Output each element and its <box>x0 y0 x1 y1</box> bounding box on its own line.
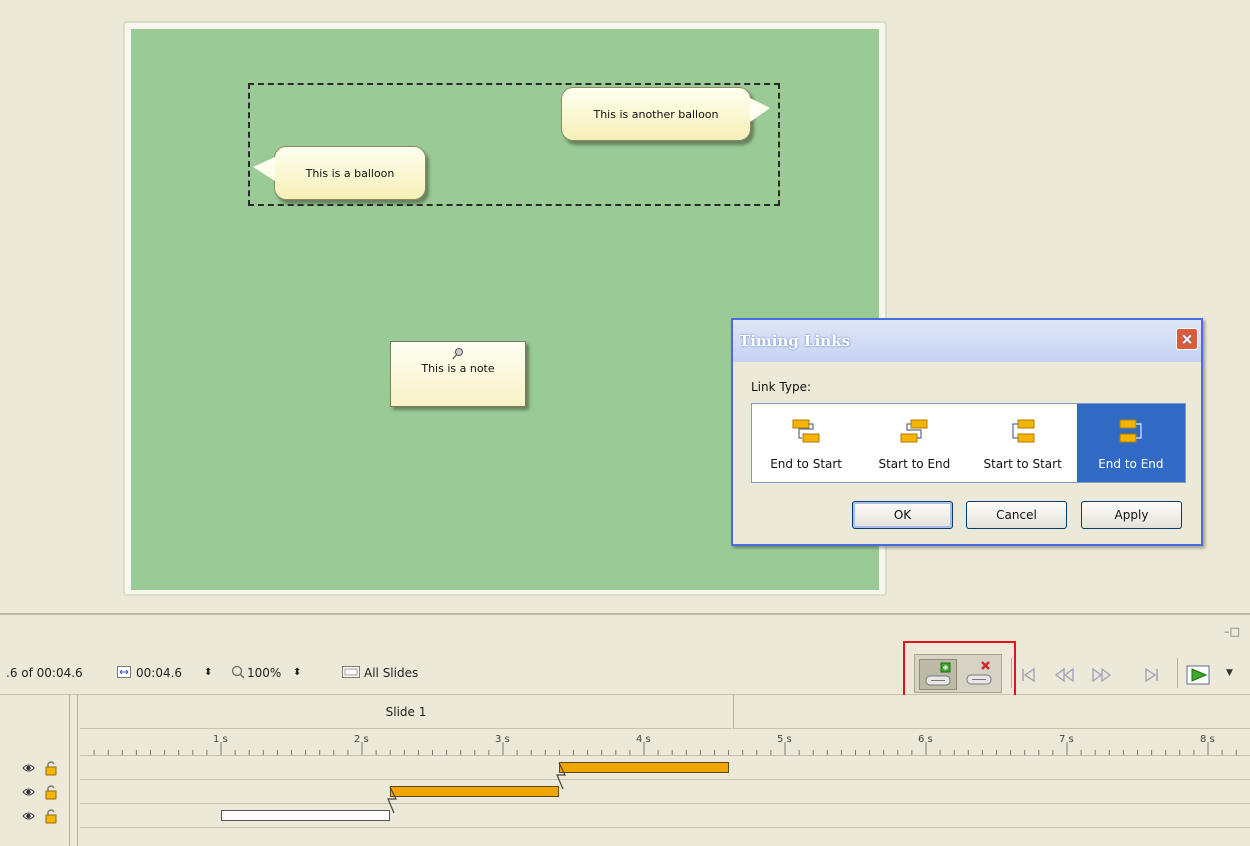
panel-window-controls[interactable]: –□ <box>1224 625 1240 638</box>
dialog-title-bar[interactable]: Timing Links × <box>733 320 1201 362</box>
link-option-label: Start to End <box>878 457 951 471</box>
play-icon[interactable] <box>1186 663 1214 687</box>
tick-label: 5 s <box>777 734 792 745</box>
skip-start-icon[interactable] <box>1020 667 1036 683</box>
balloon-callout[interactable]: This is a balloon <box>253 146 426 200</box>
timeline-object-bar[interactable] <box>390 786 560 797</box>
balloon-text: This is a balloon <box>305 166 395 180</box>
close-button[interactable]: × <box>1176 328 1198 350</box>
track-controls <box>14 805 74 828</box>
tick-label: 2 s <box>354 734 369 745</box>
ruler-ticks <box>93 742 1237 755</box>
fast-forward-icon[interactable] <box>1092 667 1112 683</box>
link-option-end-to-end[interactable]: End to End <box>1076 404 1185 482</box>
end-to-start-icon <box>792 419 820 443</box>
tick-label: 6 s <box>918 734 933 745</box>
lock-icon[interactable] <box>44 760 58 776</box>
duration-stepper-icon[interactable]: ⬍ <box>204 667 212 678</box>
link-option-label: End to End <box>1098 457 1164 471</box>
zoom-value[interactable]: 100% <box>247 666 281 680</box>
chevron-down-icon[interactable]: ▼ <box>1226 668 1233 678</box>
track-controls <box>14 781 74 804</box>
tick-label: 3 s <box>495 734 510 745</box>
tick-label: 8 s <box>1200 734 1215 745</box>
eye-icon[interactable] <box>22 786 35 798</box>
slide-header: Slide 1 <box>80 695 732 729</box>
note-text: This is a note <box>421 362 495 375</box>
balloon-tail <box>253 157 275 181</box>
rewind-icon[interactable] <box>1054 667 1074 683</box>
scope-selector[interactable]: All Slides <box>364 666 418 680</box>
zoom-icon <box>231 665 245 679</box>
zoom-stepper-icon[interactable]: ⬍ <box>293 667 301 678</box>
end-to-end-icon <box>1119 419 1142 443</box>
timeline-panel-header: –□ <box>0 615 1250 647</box>
note-callout[interactable]: This is a note <box>390 341 526 407</box>
pin-icon <box>452 348 463 360</box>
tick-label: 4 s <box>636 734 651 745</box>
link-type-label: Link Type: <box>751 380 811 394</box>
link-option-label: End to Start <box>770 457 843 471</box>
ok-button[interactable]: OK <box>852 501 953 529</box>
link-option-label: Start to Start <box>983 457 1062 471</box>
timeline-object-bar[interactable] <box>221 810 391 821</box>
start-to-end-icon <box>900 419 928 443</box>
timeline-object-bar[interactable] <box>559 762 729 773</box>
slides-scope-icon <box>342 666 360 678</box>
apply-button[interactable]: Apply <box>1081 501 1182 529</box>
link-option-end-to-start[interactable]: End to Start <box>752 404 860 482</box>
duration-icon <box>117 666 131 678</box>
time-ruler[interactable]: 1 s 2 s 3 s 4 s 5 s 6 s 7 s 8 s <box>80 730 1250 756</box>
link-option-start-to-end[interactable]: Start to End <box>860 404 968 482</box>
link-option-start-to-start[interactable]: Start to Start <box>969 404 1077 482</box>
timing-links-dialog: Timing Links × Link Type: End to Start S… <box>731 318 1203 546</box>
eye-icon[interactable] <box>22 762 35 774</box>
time-position-readout: .6 of 00:04.6 <box>6 666 83 680</box>
toolbar-separator <box>1177 658 1178 688</box>
cancel-button[interactable]: Cancel <box>966 501 1067 529</box>
balloon-text: This is another balloon <box>593 107 719 121</box>
slide-name: Slide 1 <box>385 704 427 719</box>
duration-value[interactable]: 00:04.6 <box>136 666 182 680</box>
slide-header-rest <box>733 695 1250 729</box>
start-to-start-icon <box>1012 419 1035 443</box>
tick-label: 1 s <box>213 734 228 745</box>
toolbar-separator <box>1011 658 1012 688</box>
dialog-title: Timing Links <box>739 332 851 350</box>
timeline-grid: Slide 1 1 s 2 s 3 s 4 s 5 s 6 s 7 s 8 s <box>0 695 1250 846</box>
timeline-track <box>80 781 1250 804</box>
balloon-tail <box>750 98 770 122</box>
balloon-callout-2[interactable]: This is another balloon <box>561 87 770 141</box>
link-type-list: End to Start Start to End Start to Start <box>751 403 1186 483</box>
skip-end-icon[interactable] <box>1144 667 1160 683</box>
lock-icon[interactable] <box>44 808 58 824</box>
track-controls <box>14 757 74 780</box>
app-window: This is a balloon This is another balloo… <box>0 0 1250 846</box>
eye-icon[interactable] <box>22 810 35 822</box>
lock-icon[interactable] <box>44 784 58 800</box>
tick-label: 7 s <box>1059 734 1074 745</box>
column-divider <box>77 695 78 846</box>
